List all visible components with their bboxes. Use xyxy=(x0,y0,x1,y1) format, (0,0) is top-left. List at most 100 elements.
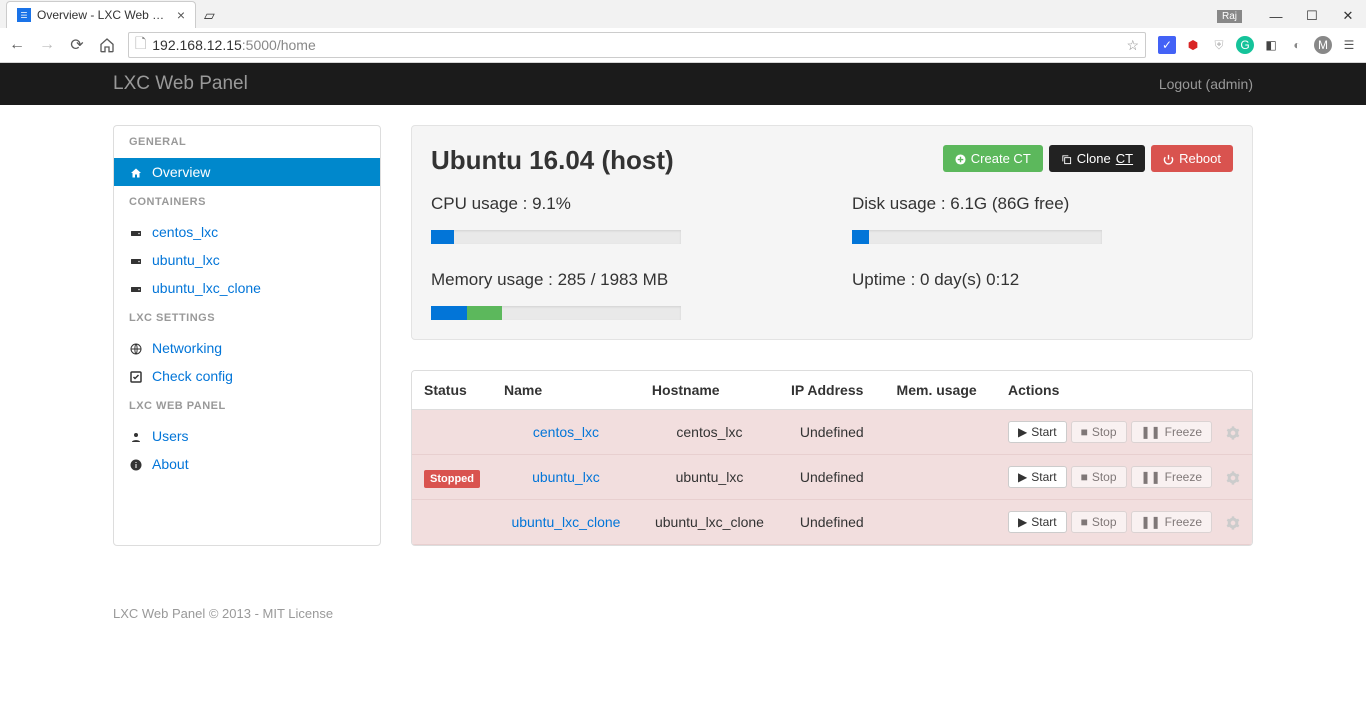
container-link[interactable]: centos_lxc xyxy=(533,424,599,440)
brand[interactable]: LXC Web Panel xyxy=(113,73,248,95)
cell-name: ubuntu_lxc_clone xyxy=(492,500,640,545)
stop-icon: ■ xyxy=(1081,470,1088,484)
sidebar-item-container[interactable]: ubuntu_lxc_clone xyxy=(114,274,380,302)
sidebar-item-about[interactable]: About xyxy=(114,450,380,484)
cell-actions: ▶ Start■ Stop❚❚ Freeze xyxy=(996,500,1252,545)
ext-icon-5[interactable]: ◧ xyxy=(1262,36,1280,54)
gear-icon[interactable] xyxy=(1226,424,1240,440)
cell-mem xyxy=(885,455,996,500)
cell-actions: ▶ Start■ Stop❚❚ Freeze xyxy=(996,455,1252,500)
cpu-usage-block: CPU usage : 9.1% xyxy=(431,194,812,244)
home-button[interactable] xyxy=(98,36,116,54)
address-bar[interactable]: 🗋 192.168.12.15:5000/home ☆ xyxy=(128,32,1146,58)
disk-usage-block: Disk usage : 6.1G (86G free) xyxy=(852,194,1233,244)
tab-bar: ☰ Overview - LXC Web Pane × ▱ Raj — ☐ ✕ xyxy=(0,0,1366,28)
nav-bar: ← → ⟳ 🗋 192.168.12.15:5000/home ☆ ✓ ⬢ ⛨ … xyxy=(0,28,1366,62)
menu-icon[interactable]: ☰ xyxy=(1340,36,1358,54)
sidebar-item-label: ubuntu_lxc xyxy=(152,252,220,268)
maximize-button[interactable]: ☐ xyxy=(1294,4,1330,28)
stop-button[interactable]: ■ Stop xyxy=(1071,511,1127,533)
start-button[interactable]: ▶ Start xyxy=(1008,466,1067,488)
extension-icons: ✓ ⬢ ⛨ G ◧ ◐ M ☰ xyxy=(1158,36,1358,54)
th-ip: IP Address xyxy=(779,371,885,410)
uptime-label: Uptime : 0 day(s) 0:12 xyxy=(852,270,1233,290)
disk-progress xyxy=(852,230,1102,244)
ext-icon-1[interactable]: ✓ xyxy=(1158,36,1176,54)
tab-favicon: ☰ xyxy=(17,8,31,22)
reload-button[interactable]: ⟳ xyxy=(68,36,86,54)
cell-status xyxy=(412,410,492,455)
ext-icon-7[interactable]: M xyxy=(1314,36,1332,54)
freeze-button[interactable]: ❚❚ Freeze xyxy=(1131,511,1212,533)
clone-ct-button[interactable]: Clone CT xyxy=(1049,145,1145,172)
stop-button[interactable]: ■ Stop xyxy=(1071,421,1127,443)
table-row: centos_lxccentos_lxcUndefined▶ Start■ St… xyxy=(412,410,1252,455)
sidebar-item-container[interactable]: ubuntu_lxc xyxy=(114,246,380,274)
logout-link[interactable]: Logout (admin) xyxy=(1159,76,1253,92)
sidebar-item-label: Check config xyxy=(152,368,233,384)
play-icon: ▶ xyxy=(1018,425,1027,439)
table-row: Stoppedubuntu_lxcubuntu_lxcUndefined▶ St… xyxy=(412,455,1252,500)
globe-icon xyxy=(129,340,143,356)
grammarly-icon[interactable]: G xyxy=(1236,36,1254,54)
gear-icon[interactable] xyxy=(1226,514,1240,530)
reboot-button[interactable]: Reboot xyxy=(1151,145,1233,172)
ext-icon-6[interactable]: ◐ xyxy=(1288,36,1306,54)
sidebar-item-label: centos_lxc xyxy=(152,224,218,240)
sidebar-item-label: Networking xyxy=(152,340,222,356)
cell-status xyxy=(412,500,492,545)
browser-chrome: ☰ Overview - LXC Web Pane × ▱ Raj — ☐ ✕ … xyxy=(0,0,1366,63)
uptime-block: Uptime : 0 day(s) 0:12 xyxy=(852,270,1233,320)
sidebar-item-label: About xyxy=(152,456,189,472)
mem-progress xyxy=(431,306,681,320)
sidebar-item-container[interactable]: centos_lxc xyxy=(114,218,380,246)
main-content: Ubuntu 16.04 (host) Create CT Clone CT xyxy=(411,125,1253,546)
hdd-icon xyxy=(129,280,143,296)
sidebar-item-networking[interactable]: Networking xyxy=(114,334,380,362)
table-row: ubuntu_lxc_cloneubuntu_lxc_cloneUndefine… xyxy=(412,500,1252,545)
sidebar-item-users[interactable]: Users xyxy=(114,422,380,450)
cell-ip: Undefined xyxy=(779,455,885,500)
cell-hostname: centos_lxc xyxy=(640,410,779,455)
user-badge: Raj xyxy=(1217,10,1242,23)
info-icon xyxy=(129,456,143,472)
new-tab-button[interactable]: ▱ xyxy=(196,3,223,28)
sidebar-item-label: Overview xyxy=(152,164,210,180)
browser-tab[interactable]: ☰ Overview - LXC Web Pane × xyxy=(6,1,196,28)
hdd-icon xyxy=(129,252,143,268)
stop-button[interactable]: ■ Stop xyxy=(1071,466,1127,488)
close-window-button[interactable]: ✕ xyxy=(1330,4,1366,28)
gear-icon[interactable] xyxy=(1226,469,1240,485)
user-icon xyxy=(129,428,143,444)
minimize-button[interactable]: — xyxy=(1258,4,1294,28)
cell-status: Stopped xyxy=(412,455,492,500)
forward-button[interactable]: → xyxy=(38,36,56,54)
cell-name: ubuntu_lxc xyxy=(492,455,640,500)
create-ct-button[interactable]: Create CT xyxy=(943,145,1043,172)
play-icon: ▶ xyxy=(1018,470,1027,484)
start-button[interactable]: ▶ Start xyxy=(1008,421,1067,443)
sidebar-item-label: ubuntu_lxc_clone xyxy=(152,280,261,296)
freeze-button[interactable]: ❚❚ Freeze xyxy=(1131,421,1212,443)
cell-name: centos_lxc xyxy=(492,410,640,455)
sidebar: GENERAL Overview CONTAINERS centos_lxcub… xyxy=(113,125,381,546)
freeze-button[interactable]: ❚❚ Freeze xyxy=(1131,466,1212,488)
cell-ip: Undefined xyxy=(779,500,885,545)
container-link[interactable]: ubuntu_lxc_clone xyxy=(511,514,620,530)
play-icon: ▶ xyxy=(1018,515,1027,529)
bookmark-star-icon[interactable]: ☆ xyxy=(1126,37,1139,54)
container-link[interactable]: ubuntu_lxc xyxy=(532,469,600,485)
shield-icon[interactable]: ⛨ xyxy=(1210,36,1228,54)
close-tab-icon[interactable]: × xyxy=(177,7,185,23)
status-badge: Stopped xyxy=(424,470,480,488)
mem-usage-label: Memory usage : 285 / 1983 MB xyxy=(431,270,812,290)
sidebar-section-webpanel: LXC WEB PANEL xyxy=(114,390,380,422)
sidebar-item-checkconfig[interactable]: Check config xyxy=(114,362,380,390)
start-button[interactable]: ▶ Start xyxy=(1008,511,1067,533)
back-button[interactable]: ← xyxy=(8,36,26,54)
adblock-icon[interactable]: ⬢ xyxy=(1184,36,1202,54)
sidebar-item-overview[interactable]: Overview xyxy=(114,158,380,186)
pause-icon: ❚❚ xyxy=(1141,425,1161,439)
url-text[interactable]: 192.168.12.15:5000/home xyxy=(152,37,1126,53)
th-hostname: Hostname xyxy=(640,371,779,410)
